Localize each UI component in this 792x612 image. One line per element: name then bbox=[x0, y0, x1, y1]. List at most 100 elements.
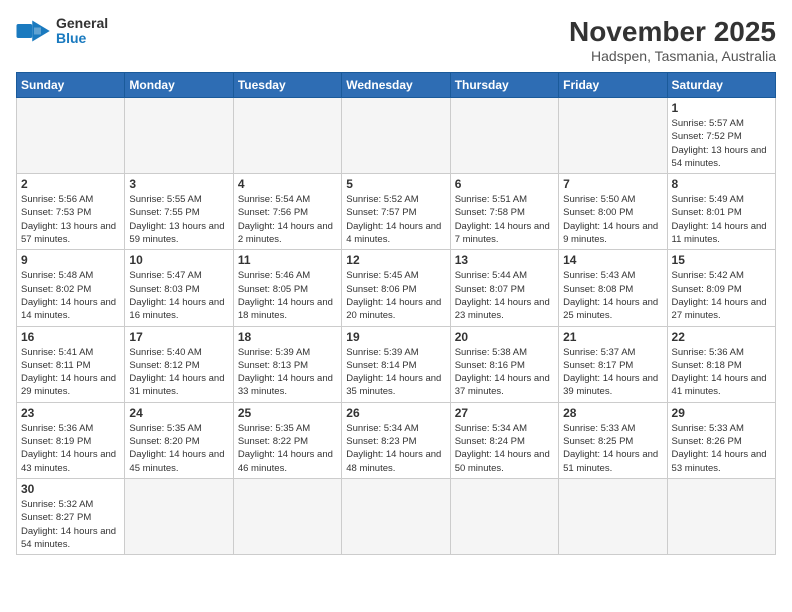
logo: General Blue bbox=[16, 16, 108, 47]
day-number: 28 bbox=[563, 406, 662, 420]
weekday-header: Monday bbox=[125, 73, 233, 98]
day-info: Sunrise: 5:34 AM Sunset: 8:24 PM Dayligh… bbox=[455, 422, 554, 475]
day-info: Sunrise: 5:36 AM Sunset: 8:18 PM Dayligh… bbox=[672, 346, 771, 399]
day-info: Sunrise: 5:37 AM Sunset: 8:17 PM Dayligh… bbox=[563, 346, 662, 399]
calendar-day-cell: 24 Sunrise: 5:35 AM Sunset: 8:20 PM Dayli… bbox=[125, 402, 233, 478]
calendar-day-cell: 23Sunrise: 5:36 AM Sunset: 8:19 PM Dayli… bbox=[17, 402, 125, 478]
calendar-day-cell: 19 Sunrise: 5:39 AM Sunset: 8:14 PM Dayli… bbox=[342, 326, 450, 402]
day-info: Sunrise: 5:56 AM Sunset: 7:53 PM Dayligh… bbox=[21, 193, 120, 246]
calendar-header-row: SundayMondayTuesdayWednesdayThursdayFrid… bbox=[17, 73, 776, 98]
calendar-week-row: 1 Sunrise: 5:57 AM Sunset: 7:52 PM Daylig… bbox=[17, 98, 776, 174]
day-number: 13 bbox=[455, 253, 554, 267]
calendar-day-cell bbox=[233, 98, 341, 174]
location-title: Hadspen, Tasmania, Australia bbox=[569, 48, 776, 64]
calendar-week-row: 23Sunrise: 5:36 AM Sunset: 8:19 PM Dayli… bbox=[17, 402, 776, 478]
day-number: 26 bbox=[346, 406, 445, 420]
day-info: Sunrise: 5:35 AM Sunset: 8:22 PM Dayligh… bbox=[238, 422, 337, 475]
day-number: 1 bbox=[672, 101, 771, 115]
day-number: 9 bbox=[21, 253, 120, 267]
calendar-day-cell: 25 Sunrise: 5:35 AM Sunset: 8:22 PM Dayli… bbox=[233, 402, 341, 478]
day-info: Sunrise: 5:39 AM Sunset: 8:13 PM Dayligh… bbox=[238, 346, 337, 399]
weekday-header: Tuesday bbox=[233, 73, 341, 98]
day-number: 10 bbox=[129, 253, 228, 267]
day-info: Sunrise: 5:42 AM Sunset: 8:09 PM Dayligh… bbox=[672, 269, 771, 322]
calendar-week-row: 30 Sunrise: 5:32 AM Sunset: 8:27 PM Dayli… bbox=[17, 478, 776, 554]
day-number: 3 bbox=[129, 177, 228, 191]
day-info: Sunrise: 5:35 AM Sunset: 8:20 PM Dayligh… bbox=[129, 422, 228, 475]
day-number: 24 bbox=[129, 406, 228, 420]
calendar-day-cell: 1 Sunrise: 5:57 AM Sunset: 7:52 PM Daylig… bbox=[667, 98, 775, 174]
calendar-day-cell: 3 Sunrise: 5:55 AM Sunset: 7:55 PM Daylig… bbox=[125, 174, 233, 250]
calendar-day-cell: 15 Sunrise: 5:42 AM Sunset: 8:09 PM Dayli… bbox=[667, 250, 775, 326]
weekday-header: Thursday bbox=[450, 73, 558, 98]
day-number: 29 bbox=[672, 406, 771, 420]
day-info: Sunrise: 5:32 AM Sunset: 8:27 PM Dayligh… bbox=[21, 498, 120, 551]
calendar-week-row: 2Sunrise: 5:56 AM Sunset: 7:53 PM Daylig… bbox=[17, 174, 776, 250]
day-info: Sunrise: 5:33 AM Sunset: 8:26 PM Dayligh… bbox=[672, 422, 771, 475]
day-info: Sunrise: 5:38 AM Sunset: 8:16 PM Dayligh… bbox=[455, 346, 554, 399]
day-info: Sunrise: 5:34 AM Sunset: 8:23 PM Dayligh… bbox=[346, 422, 445, 475]
day-number: 30 bbox=[21, 482, 120, 496]
day-info: Sunrise: 5:55 AM Sunset: 7:55 PM Dayligh… bbox=[129, 193, 228, 246]
day-info: Sunrise: 5:57 AM Sunset: 7:52 PM Dayligh… bbox=[672, 117, 771, 170]
calendar-day-cell: 4 Sunrise: 5:54 AM Sunset: 7:56 PM Daylig… bbox=[233, 174, 341, 250]
calendar-day-cell bbox=[233, 478, 341, 554]
calendar-day-cell bbox=[559, 478, 667, 554]
day-info: Sunrise: 5:45 AM Sunset: 8:06 PM Dayligh… bbox=[346, 269, 445, 322]
day-info: Sunrise: 5:46 AM Sunset: 8:05 PM Dayligh… bbox=[238, 269, 337, 322]
calendar-day-cell bbox=[667, 478, 775, 554]
day-number: 23 bbox=[21, 406, 120, 420]
calendar-week-row: 16 Sunrise: 5:41 AM Sunset: 8:11 PM Dayli… bbox=[17, 326, 776, 402]
day-number: 8 bbox=[672, 177, 771, 191]
calendar-day-cell bbox=[450, 478, 558, 554]
day-number: 6 bbox=[455, 177, 554, 191]
day-number: 25 bbox=[238, 406, 337, 420]
weekday-header: Saturday bbox=[667, 73, 775, 98]
day-number: 27 bbox=[455, 406, 554, 420]
day-number: 19 bbox=[346, 330, 445, 344]
weekday-header: Sunday bbox=[17, 73, 125, 98]
calendar-day-cell bbox=[450, 98, 558, 174]
day-number: 17 bbox=[129, 330, 228, 344]
day-info: Sunrise: 5:33 AM Sunset: 8:25 PM Dayligh… bbox=[563, 422, 662, 475]
day-number: 12 bbox=[346, 253, 445, 267]
calendar-day-cell bbox=[342, 98, 450, 174]
day-info: Sunrise: 5:47 AM Sunset: 8:03 PM Dayligh… bbox=[129, 269, 228, 322]
day-info: Sunrise: 5:54 AM Sunset: 7:56 PM Dayligh… bbox=[238, 193, 337, 246]
day-info: Sunrise: 5:49 AM Sunset: 8:01 PM Dayligh… bbox=[672, 193, 771, 246]
month-title: November 2025 bbox=[569, 16, 776, 48]
title-area: November 2025 Hadspen, Tasmania, Austral… bbox=[569, 16, 776, 64]
calendar-day-cell: 12 Sunrise: 5:45 AM Sunset: 8:06 PM Dayli… bbox=[342, 250, 450, 326]
day-number: 22 bbox=[672, 330, 771, 344]
calendar-day-cell bbox=[559, 98, 667, 174]
weekday-header: Wednesday bbox=[342, 73, 450, 98]
calendar-day-cell: 10 Sunrise: 5:47 AM Sunset: 8:03 PM Dayli… bbox=[125, 250, 233, 326]
day-info: Sunrise: 5:39 AM Sunset: 8:14 PM Dayligh… bbox=[346, 346, 445, 399]
calendar-week-row: 9Sunrise: 5:48 AM Sunset: 8:02 PM Daylig… bbox=[17, 250, 776, 326]
day-number: 16 bbox=[21, 330, 120, 344]
calendar-day-cell: 27 Sunrise: 5:34 AM Sunset: 8:24 PM Dayli… bbox=[450, 402, 558, 478]
day-info: Sunrise: 5:50 AM Sunset: 8:00 PM Dayligh… bbox=[563, 193, 662, 246]
calendar-day-cell: 30 Sunrise: 5:32 AM Sunset: 8:27 PM Dayli… bbox=[17, 478, 125, 554]
day-info: Sunrise: 5:41 AM Sunset: 8:11 PM Dayligh… bbox=[21, 346, 120, 399]
calendar-day-cell: 18 Sunrise: 5:39 AM Sunset: 8:13 PM Dayli… bbox=[233, 326, 341, 402]
day-number: 15 bbox=[672, 253, 771, 267]
calendar-day-cell: 28 Sunrise: 5:33 AM Sunset: 8:25 PM Dayli… bbox=[559, 402, 667, 478]
day-number: 5 bbox=[346, 177, 445, 191]
calendar-day-cell: 17Sunrise: 5:40 AM Sunset: 8:12 PM Dayli… bbox=[125, 326, 233, 402]
weekday-header: Friday bbox=[559, 73, 667, 98]
calendar-day-cell: 20Sunrise: 5:38 AM Sunset: 8:16 PM Dayli… bbox=[450, 326, 558, 402]
calendar-day-cell: 9Sunrise: 5:48 AM Sunset: 8:02 PM Daylig… bbox=[17, 250, 125, 326]
calendar-day-cell: 21 Sunrise: 5:37 AM Sunset: 8:17 PM Dayli… bbox=[559, 326, 667, 402]
calendar-day-cell: 8 Sunrise: 5:49 AM Sunset: 8:01 PM Daylig… bbox=[667, 174, 775, 250]
calendar-day-cell: 7Sunrise: 5:50 AM Sunset: 8:00 PM Daylig… bbox=[559, 174, 667, 250]
day-number: 18 bbox=[238, 330, 337, 344]
calendar-day-cell bbox=[125, 98, 233, 174]
calendar: SundayMondayTuesdayWednesdayThursdayFrid… bbox=[16, 72, 776, 555]
day-number: 4 bbox=[238, 177, 337, 191]
calendar-day-cell: 6 Sunrise: 5:51 AM Sunset: 7:58 PM Daylig… bbox=[450, 174, 558, 250]
day-info: Sunrise: 5:51 AM Sunset: 7:58 PM Dayligh… bbox=[455, 193, 554, 246]
calendar-day-cell: 16 Sunrise: 5:41 AM Sunset: 8:11 PM Dayli… bbox=[17, 326, 125, 402]
day-number: 21 bbox=[563, 330, 662, 344]
calendar-day-cell: 11Sunrise: 5:46 AM Sunset: 8:05 PM Dayli… bbox=[233, 250, 341, 326]
